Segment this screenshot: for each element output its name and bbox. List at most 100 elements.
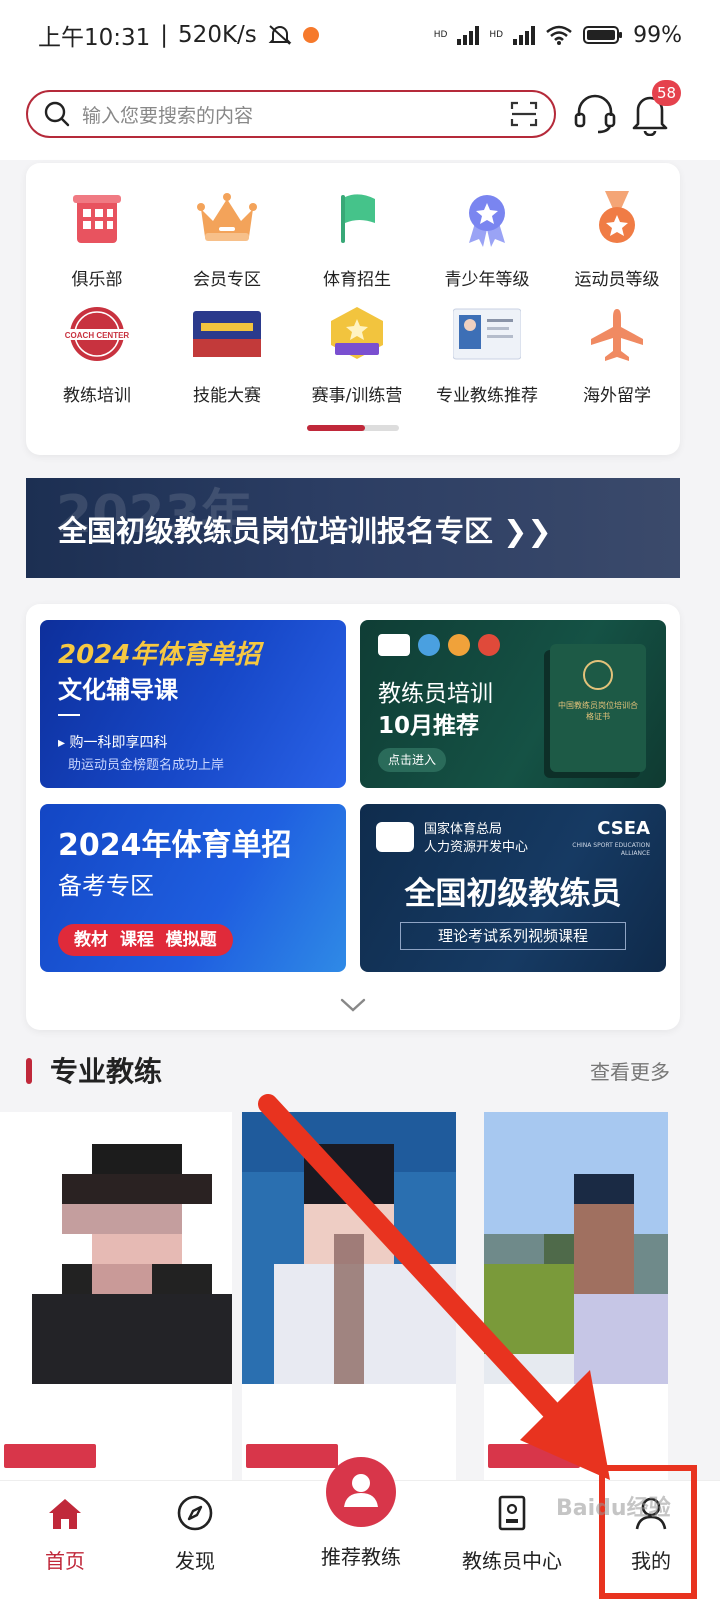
- medal-icon: [599, 191, 635, 243]
- category-club[interactable]: 俱乐部: [32, 189, 162, 290]
- promo-subtitle: 理论考试系列视频课程: [400, 922, 626, 950]
- page-indicator-active: [307, 425, 365, 431]
- category-label: 专业教练推荐: [436, 386, 538, 406]
- promo-sports-exam-culture-course[interactable]: 2024年体育单招 文化辅导课 ▸ 购一科即享四科 助运动员金榜题名成功上岸: [40, 620, 346, 788]
- promo-title: 2024年体育单招: [58, 828, 292, 863]
- category-coach-training[interactable]: COACH CENTER 教练培训: [32, 305, 162, 406]
- coach-card[interactable]: [0, 1112, 232, 1482]
- category-page-indicator: [307, 425, 399, 431]
- category-label: 会员专区: [193, 270, 261, 290]
- hd-label-2: HD: [489, 29, 504, 40]
- flag-icon: [341, 194, 375, 243]
- promo-bullet-text: 购一科即享四科: [69, 735, 168, 751]
- competition-poster-icon: [193, 311, 261, 357]
- enter-button[interactable]: 点击进入: [378, 748, 447, 772]
- promo-coach-training-october[interactable]: 教练员培训 10月推荐 点击进入 中国教练员岗位培训合格证书: [360, 620, 666, 788]
- category-label: 教练培训: [63, 386, 131, 406]
- promo-title: 2024年体育单招: [58, 640, 261, 670]
- coaches-section-header: 专业教练 查看更多: [26, 1050, 680, 1096]
- coach-training-registration-banner[interactable]: 2023年 全国初级教练员岗位培训报名专区 ❯❯: [26, 478, 680, 578]
- category-coach-recommendation[interactable]: 专业教练推荐: [422, 305, 552, 406]
- coach-profile-card-icon: [452, 308, 522, 360]
- promo-title: 教练员培训: [378, 681, 493, 707]
- search-placeholder[interactable]: 输入您要搜索的内容: [82, 101, 510, 128]
- certificate-book-title: 中国教练员岗位培训合格证书: [558, 701, 638, 721]
- category-label: 俱乐部: [71, 270, 123, 290]
- sport-admin-logo-icon: [376, 822, 414, 852]
- search-icon: [44, 101, 70, 127]
- promo-subtitle: 文化辅导课: [58, 676, 178, 704]
- org-logo-icon: [448, 634, 470, 656]
- certificate-book-image: 中国教练员岗位培训合格证书: [550, 644, 646, 772]
- promo-sports-exam-prep[interactable]: 2024年体育单招 备考专区 教材 课程 模拟题: [40, 804, 346, 972]
- coach-card[interactable]: [484, 1112, 668, 1482]
- category-study-abroad[interactable]: 海外留学: [552, 305, 682, 406]
- coach-tag-badge: [246, 1444, 338, 1468]
- building-icon: [73, 195, 121, 243]
- promo-bullet: ▸ 购一科即享四科: [58, 735, 168, 751]
- banner-title: 全国初级教练员岗位培训报名专区 ❯❯: [58, 514, 552, 548]
- coach-photo-pixelated: [484, 1112, 668, 1384]
- coach-photo-pixelated: [0, 1112, 232, 1384]
- category-athlete-level[interactable]: 运动员等级: [552, 189, 682, 290]
- category-youth-level[interactable]: 青少年等级: [422, 189, 552, 290]
- category-skills-competition[interactable]: 技能大赛: [162, 305, 292, 406]
- nav-label: 教练员中心: [462, 1549, 562, 1573]
- coach-tag-badge: [4, 1444, 96, 1468]
- category-label: 海外留学: [583, 386, 651, 406]
- coach-icon: [326, 1457, 396, 1527]
- nav-label: 发现: [175, 1549, 215, 1573]
- nav-label: 首页: [45, 1549, 85, 1573]
- baidu-watermark: Baidu经验: [556, 1496, 671, 1521]
- nav-label: 推荐教练: [321, 1545, 401, 1569]
- org-logo-icon: [478, 634, 500, 656]
- search-bar[interactable]: 输入您要搜索的内容: [26, 90, 556, 138]
- status-divider: |: [160, 22, 169, 48]
- signal-icon-1: [457, 25, 480, 45]
- notification-count-badge: 58: [652, 80, 682, 106]
- training-camp-badge-icon: [331, 307, 383, 359]
- promo-logo-row: [378, 634, 500, 656]
- category-membership[interactable]: 会员专区: [162, 189, 292, 290]
- national-emblem-icon: [583, 660, 613, 690]
- category-label: 体育招生: [323, 270, 391, 290]
- nav-label: 我的: [631, 1549, 671, 1573]
- promo-junior-coach-theory-videos[interactable]: 国家体育总局 人力资源开发中心 CSEA CHINA SPORT EDUCATI…: [360, 804, 666, 972]
- compass-icon: [177, 1495, 213, 1531]
- signal-icon-2: [513, 25, 536, 45]
- promo-grid: 2024年体育单招 文化辅导课 ▸ 购一科即享四科 助运动员金榜题名成功上岸 教…: [26, 604, 680, 1030]
- nav-recommended-coaches[interactable]: 推荐教练: [286, 1457, 436, 1600]
- section-title: 专业教练: [50, 1055, 163, 1088]
- app-notification-dot-icon: [302, 27, 319, 43]
- category-events-camp[interactable]: 赛事/训练营: [292, 305, 422, 406]
- home-icon: [49, 1499, 81, 1529]
- view-more-link[interactable]: 查看更多: [590, 1056, 670, 1085]
- promo-title: 全国初级教练员: [404, 876, 622, 912]
- category-label: 青少年等级: [444, 270, 530, 290]
- badge-icon: [469, 195, 505, 247]
- csea-brand-sub: CHINA SPORT EDUCATION ALLIANCE: [572, 842, 650, 857]
- org-line-2: 人力资源开发中心: [424, 840, 529, 855]
- scan-icon[interactable]: [510, 101, 538, 127]
- coach-person-icon: [344, 1474, 378, 1507]
- customer-service-headset-icon[interactable]: [572, 90, 618, 136]
- csea-brand: CSEA: [597, 818, 650, 839]
- mute-bell-icon: [268, 25, 292, 45]
- promo-tags: 教材 课程 模拟题: [58, 924, 233, 956]
- category-label: 技能大赛: [193, 386, 261, 406]
- coach-photo-pixelated: [242, 1112, 456, 1384]
- org-logo-icon: [378, 634, 410, 656]
- expand-chevron-down-icon[interactable]: [340, 998, 366, 1012]
- coach-card[interactable]: [242, 1112, 456, 1482]
- crown-icon: [197, 193, 257, 241]
- nav-home[interactable]: 首页: [0, 1481, 130, 1600]
- category-sports-enrollment[interactable]: 体育招生: [292, 189, 422, 290]
- category-grid: 俱乐部 会员专区 体育招生 青少年等级 运动员等级 COACH CENTER 教…: [26, 163, 680, 455]
- battery-percent: 99%: [633, 22, 682, 48]
- promo-subtitle: 10月推荐: [378, 713, 480, 739]
- promo-subtitle: 备考专区: [58, 872, 154, 900]
- search-header: 输入您要搜索的内容 58: [0, 70, 720, 160]
- nav-discover[interactable]: 发现: [130, 1481, 260, 1600]
- org-line-1: 国家体育总局: [424, 822, 503, 837]
- category-label: 运动员等级: [574, 270, 660, 290]
